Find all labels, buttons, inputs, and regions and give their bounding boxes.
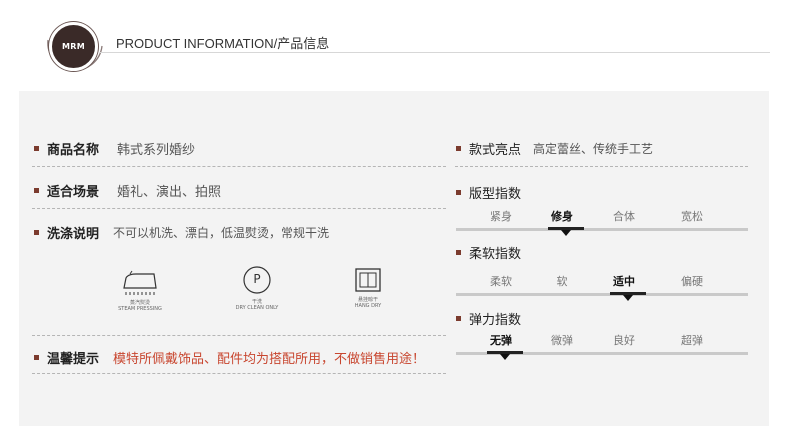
scale-option: 柔软: [490, 275, 512, 288]
bullet-square: [34, 355, 39, 360]
elasticity-scale: 无弹 微弹 良好 超弹: [456, 332, 748, 362]
steam-iron-icon: [123, 270, 157, 295]
care-caption-en: DRY CLEAN ONLY: [235, 305, 279, 311]
scale-pointer-icon: [500, 354, 510, 360]
highlight-value: 高定蕾丝、传统手工艺: [533, 142, 654, 156]
highlight-label: 款式亮点: [469, 143, 522, 158]
hang-dry-care: 悬挂晾干 HANG DRY: [348, 267, 388, 309]
scale-pointer-icon: [561, 230, 571, 236]
bullet-square: [34, 146, 39, 151]
dry-clean-icon: P: [242, 265, 272, 295]
softness-scale: 柔软 软 适中 偏硬: [456, 273, 748, 303]
hang-dry-icon: [355, 268, 381, 292]
wash-row: 洗涤说明 不可以机洗、漂白，低温熨烫，常规干洗: [34, 223, 329, 242]
scale-pointer-icon: [623, 295, 633, 301]
bullet-square: [456, 316, 461, 321]
scale-option: 超弹: [681, 334, 703, 347]
brand-logo: MRM: [49, 22, 98, 71]
occasion-value: 婚礼、演出、拍照: [117, 185, 222, 200]
divider: [32, 335, 446, 336]
notice-row: 温馨提示 模特所佩戴饰品、配件均为搭配所用，不做销售用途！: [34, 348, 425, 367]
steam-pressing-care: 蒸汽熨烫 STEAM PRESSING: [113, 268, 167, 312]
care-caption-en: STEAM PRESSING: [118, 306, 162, 312]
section-title: PRODUCT INFORMATION/产品信息: [116, 36, 330, 51]
scale-option: 良好: [613, 334, 635, 347]
product-name-row: 商品名称 韩式系列婚纱: [34, 139, 195, 158]
divider: [32, 208, 446, 209]
fit-index-label: 版型指数: [469, 187, 522, 202]
scale-option: 合体: [613, 210, 635, 223]
bullet-square: [456, 146, 461, 151]
softness-index-label: 柔软指数: [469, 247, 522, 262]
divider: [32, 166, 446, 167]
header-divider: [100, 52, 770, 53]
highlight-row: 款式亮点 高定蕾丝、传统手工艺: [456, 139, 653, 158]
product-name-value: 韩式系列婚纱: [117, 143, 196, 158]
occasion-row: 适合场景 婚礼、演出、拍照: [34, 181, 221, 200]
elasticity-index-label: 弹力指数: [469, 313, 522, 328]
fit-scale: 紧身 修身 合体 宽松: [456, 208, 748, 238]
wash-label: 洗涤说明: [47, 227, 100, 242]
scale-track: [456, 228, 748, 231]
scale-option: 软: [556, 275, 568, 288]
bullet-square: [456, 190, 461, 195]
bullet-square: [34, 188, 39, 193]
fit-index-row: 版型指数: [456, 183, 521, 202]
elasticity-index-row: 弹力指数: [456, 309, 521, 328]
dry-clean-care: P 干洗 DRY CLEAN ONLY: [232, 265, 282, 311]
product-name-label: 商品名称: [47, 143, 100, 158]
notice-label: 温馨提示: [47, 352, 100, 367]
divider: [455, 166, 748, 167]
scale-option: 修身: [551, 210, 573, 223]
scale-option: 微弹: [551, 334, 573, 347]
softness-index-row: 柔软指数: [456, 243, 521, 262]
scale-option: 宽松: [681, 210, 703, 223]
divider: [32, 373, 446, 374]
scale-option: 偏硬: [681, 275, 703, 288]
wash-value: 不可以机洗、漂白，低温熨烫，常规干洗: [113, 226, 330, 240]
bullet-square: [456, 250, 461, 255]
occasion-label: 适合场景: [47, 185, 100, 200]
bullet-square: [34, 230, 39, 235]
scale-track: [456, 293, 748, 296]
scale-option: 无弹: [490, 334, 512, 347]
scale-option: 紧身: [490, 210, 512, 223]
scale-option: 适中: [613, 275, 635, 288]
notice-value: 模特所佩戴饰品、配件均为搭配所用，不做销售用途！: [113, 352, 426, 367]
care-caption-en: HANG DRY: [354, 303, 382, 309]
